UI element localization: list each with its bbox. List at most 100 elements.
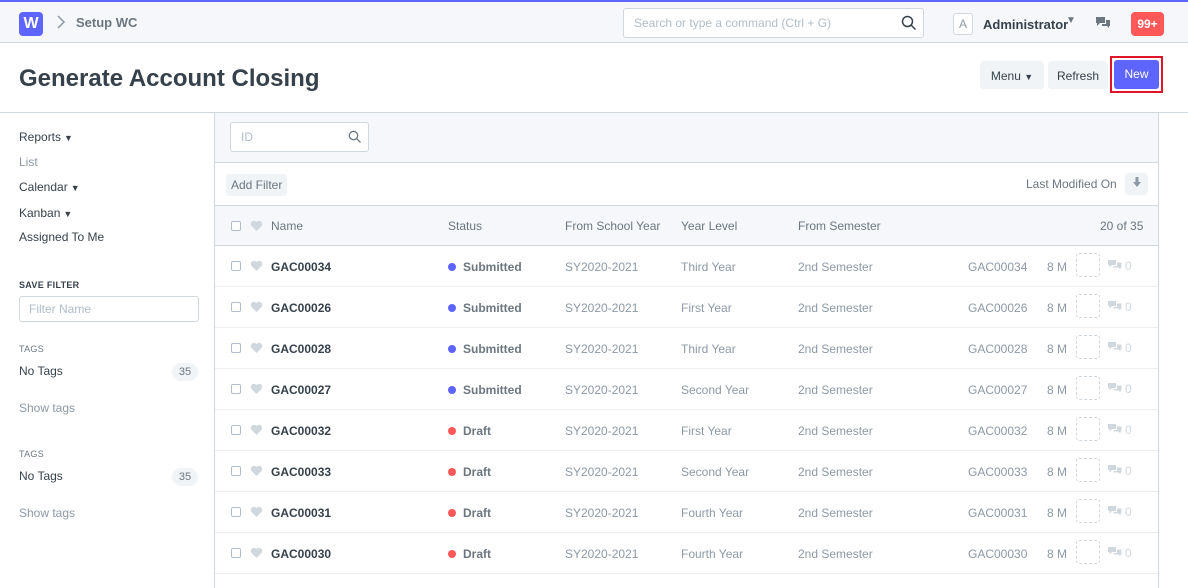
- assignee-avatar-placeholder[interactable]: [1076, 499, 1100, 523]
- from-school-year-cell[interactable]: SY2020-2021: [565, 424, 638, 438]
- assignee-avatar-placeholder[interactable]: [1076, 458, 1100, 482]
- row-checkbox[interactable]: [231, 507, 241, 517]
- row-name-link[interactable]: GAC00028: [271, 342, 331, 356]
- heart-icon[interactable]: [250, 465, 263, 480]
- status-indicator[interactable]: Draft: [448, 424, 491, 438]
- caret-down-icon[interactable]: ▼: [1066, 15, 1076, 26]
- comment-count[interactable]: 0: [1108, 259, 1132, 273]
- heart-icon[interactable]: [250, 301, 263, 316]
- from-semester-cell[interactable]: 2nd Semester: [798, 424, 873, 438]
- from-semester-cell[interactable]: 2nd Semester: [798, 260, 873, 274]
- row-checkbox[interactable]: [231, 384, 241, 394]
- show-tags-link[interactable]: Show tags: [19, 401, 75, 415]
- heart-icon[interactable]: [250, 383, 263, 398]
- comment-count[interactable]: 0: [1108, 300, 1132, 314]
- row-name-link[interactable]: GAC00031: [271, 506, 331, 520]
- id-filter-input[interactable]: [231, 123, 341, 151]
- row-checkbox[interactable]: [231, 466, 241, 476]
- from-school-year-cell[interactable]: SY2020-2021: [565, 260, 638, 274]
- row-name-link[interactable]: GAC00034: [271, 260, 331, 274]
- list-row[interactable]: GAC00034 Submitted SY2020-2021 Third Year 2n…: [215, 246, 1158, 287]
- year-level-cell[interactable]: Fourth Year: [681, 506, 743, 520]
- list-row[interactable]: GAC00030 Draft SY2020-2021 Fourth Year 2nd S…: [215, 533, 1158, 574]
- from-semester-cell[interactable]: 2nd Semester: [798, 301, 873, 315]
- sidebar-item-reports[interactable]: Reports ▼: [19, 130, 73, 144]
- from-semester-cell[interactable]: 2nd Semester: [798, 506, 873, 520]
- list-row[interactable]: GAC00028 Submitted SY2020-2021 Third Year 2n…: [215, 328, 1158, 369]
- app-logo[interactable]: W: [19, 12, 43, 36]
- from-semester-cell[interactable]: 2nd Semester: [798, 383, 873, 397]
- sort-order-button[interactable]: [1125, 173, 1148, 195]
- heart-icon[interactable]: [250, 260, 263, 275]
- from-semester-cell[interactable]: 2nd Semester: [798, 342, 873, 356]
- heart-icon[interactable]: [250, 506, 263, 521]
- show-tags-link[interactable]: Show tags: [19, 506, 75, 520]
- year-level-cell[interactable]: Fourth Year: [681, 547, 743, 561]
- column-header-name[interactable]: Name: [271, 219, 303, 233]
- year-level-cell[interactable]: First Year: [681, 424, 732, 438]
- row-name-link[interactable]: GAC00030: [271, 547, 331, 561]
- comment-count[interactable]: 0: [1108, 464, 1132, 478]
- row-checkbox[interactable]: [231, 302, 241, 312]
- comment-count[interactable]: 0: [1108, 423, 1132, 437]
- awesome-bar[interactable]: [623, 8, 924, 38]
- search-input[interactable]: [624, 9, 894, 37]
- list-row[interactable]: GAC00027 Submitted SY2020-2021 Second Year 2…: [215, 369, 1158, 410]
- list-row[interactable]: GAC00031 Draft SY2020-2021 Fourth Year 2nd S…: [215, 492, 1158, 533]
- from-semester-cell[interactable]: 2nd Semester: [798, 465, 873, 479]
- year-level-cell[interactable]: Third Year: [681, 260, 736, 274]
- status-indicator[interactable]: Draft: [448, 506, 491, 520]
- notifications-badge[interactable]: 99+: [1131, 12, 1164, 36]
- id-filter-field[interactable]: [230, 122, 369, 152]
- year-level-cell[interactable]: Third Year: [681, 342, 736, 356]
- list-row[interactable]: GAC00026 Submitted SY2020-2021 First Year 2n…: [215, 287, 1158, 328]
- menu-button[interactable]: Menu ▼: [980, 61, 1044, 89]
- new-button[interactable]: New: [1114, 60, 1159, 89]
- year-level-cell[interactable]: Second Year: [681, 465, 749, 479]
- heart-icon[interactable]: [250, 342, 263, 357]
- breadcrumb[interactable]: Setup WC: [76, 15, 137, 30]
- filter-name-field[interactable]: [19, 296, 199, 322]
- avatar[interactable]: A: [953, 13, 973, 35]
- row-name-link[interactable]: GAC00027: [271, 383, 331, 397]
- comment-count[interactable]: 0: [1108, 505, 1132, 519]
- user-menu[interactable]: Administrator: [983, 17, 1068, 32]
- list-row[interactable]: GAC00032 Draft SY2020-2021 First Year 2nd Se…: [215, 410, 1158, 451]
- search-icon[interactable]: [901, 15, 917, 34]
- assignee-avatar-placeholder[interactable]: [1076, 335, 1100, 359]
- comment-count[interactable]: 0: [1108, 341, 1132, 355]
- assignee-avatar-placeholder[interactable]: [1076, 253, 1100, 277]
- year-level-cell[interactable]: Second Year: [681, 383, 749, 397]
- from-school-year-cell[interactable]: SY2020-2021: [565, 465, 638, 479]
- from-school-year-cell[interactable]: SY2020-2021: [565, 383, 638, 397]
- sidebar-item-calendar[interactable]: Calendar ▼: [19, 180, 80, 194]
- from-semester-cell[interactable]: 2nd Semester: [798, 547, 873, 561]
- sidebar-item-kanban[interactable]: Kanban ▼: [19, 206, 72, 220]
- status-indicator[interactable]: Draft: [448, 465, 491, 479]
- sidebar-item-list[interactable]: List: [19, 155, 38, 169]
- year-level-cell[interactable]: First Year: [681, 301, 732, 315]
- row-name-link[interactable]: GAC00032: [271, 424, 331, 438]
- row-checkbox[interactable]: [231, 425, 241, 435]
- refresh-button[interactable]: Refresh: [1048, 61, 1108, 89]
- from-school-year-cell[interactable]: SY2020-2021: [565, 342, 638, 356]
- comment-count[interactable]: 0: [1108, 546, 1132, 560]
- assignee-avatar-placeholder[interactable]: [1076, 294, 1100, 318]
- row-checkbox[interactable]: [231, 343, 241, 353]
- comment-count[interactable]: 0: [1108, 382, 1132, 396]
- assignee-avatar-placeholder[interactable]: [1076, 540, 1100, 564]
- status-indicator[interactable]: Submitted: [448, 260, 522, 274]
- status-indicator[interactable]: Submitted: [448, 383, 522, 397]
- assignee-avatar-placeholder[interactable]: [1076, 417, 1100, 441]
- row-checkbox[interactable]: [231, 261, 241, 271]
- status-indicator[interactable]: Draft: [448, 547, 491, 561]
- heart-icon[interactable]: [250, 220, 263, 235]
- add-filter-button[interactable]: Add Filter: [226, 174, 288, 196]
- chat-icon[interactable]: [1095, 16, 1111, 33]
- filter-name-input[interactable]: [20, 297, 190, 321]
- heart-icon[interactable]: [250, 547, 263, 562]
- from-school-year-cell[interactable]: SY2020-2021: [565, 547, 638, 561]
- assignee-avatar-placeholder[interactable]: [1076, 376, 1100, 400]
- sort-selector[interactable]: Last Modified On: [1026, 177, 1117, 191]
- list-row[interactable]: GAC00033 Draft SY2020-2021 Second Year 2nd S…: [215, 451, 1158, 492]
